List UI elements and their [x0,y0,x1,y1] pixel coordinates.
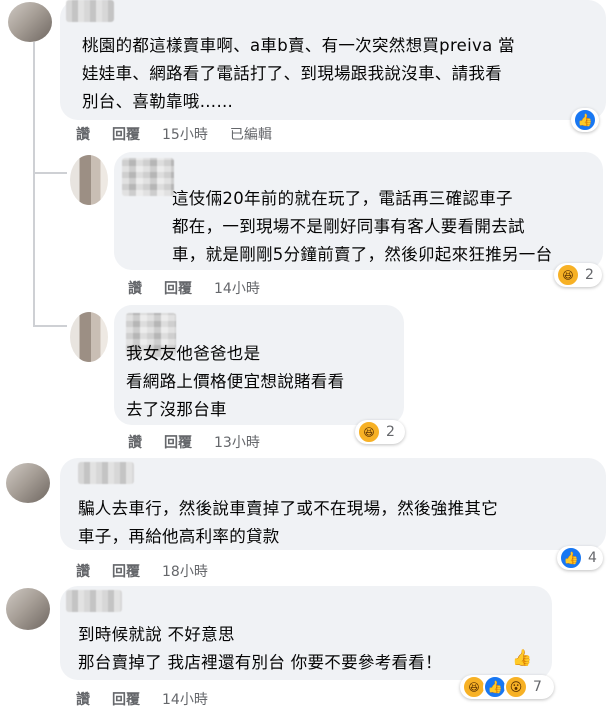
thread-line [33,172,67,174]
comment-bubble: 桃園的都這樣賣車啊、a車b賣、有一次突然想買preiva 當 娃娃車、網路看了電… [60,0,606,120]
like-action[interactable]: 讚 [128,278,142,298]
comment-bubble: 騙人去車行，然後說車賣掉了或不在現場，然後強推其它 車子，再給他高利率的貸款 [60,458,606,550]
timestamp[interactable]: 14小時 [214,278,260,298]
avatar[interactable] [6,588,50,630]
reaction-summary[interactable]: 😆 2 [554,263,602,287]
comment-actions: 讚 回覆 13小時 [128,432,282,452]
like-action[interactable]: 讚 [128,432,142,452]
commenter-name[interactable] [122,158,174,196]
edited-label: 已編輯 [229,127,272,143]
thread-line [33,42,35,327]
avatar[interactable] [70,155,108,205]
reply-action[interactable]: 回覆 [164,278,192,298]
timestamp[interactable]: 13小時 [214,432,260,452]
reaction-summary[interactable]: 😆 👍 😮 7 [460,675,554,699]
like-action[interactable]: 讚 [76,124,90,144]
timestamp[interactable]: 18小時 [162,561,208,581]
comment-text: 這伎倆20年前的就在玩了，電話再三確認車子 都在，一到現場不是剛好同事有客人要看… [172,189,553,264]
hand-emoji-icon: 👍 [512,648,532,667]
commenter-name[interactable] [66,0,114,22]
reply-action[interactable]: 回覆 [112,124,140,144]
reply-action[interactable]: 回覆 [164,432,192,452]
comment-text: 我女友他爸爸也是 看網路上價格便宜想說賭看看 去了沒那台車 [126,344,345,419]
reply-action[interactable]: 回覆 [112,689,140,709]
timestamp[interactable]: 15小時 [162,124,208,144]
like-icon: 👍 [573,108,597,132]
reaction-summary[interactable]: 😆 2 [355,420,405,444]
reaction-count: 2 [585,267,594,283]
avatar[interactable] [8,2,52,42]
like-action[interactable]: 讚 [76,689,90,709]
timestamp[interactable]: 14小時 [162,689,208,709]
thread-line [33,325,67,327]
reaction-count: 4 [588,550,597,566]
avatar[interactable] [6,463,50,503]
avatar[interactable] [70,312,108,362]
comment-bubble: 到時候就說 不好意思 那台賣掉了 我店裡還有別台 你要不要參考看看！ [60,586,552,680]
haha-icon: 😆 [556,263,580,287]
comment-text: 桃園的都這樣賣車啊、a車b賣、有一次突然想買preiva 當 娃娃車、網路看了電… [82,36,515,111]
comment-actions: 讚 回覆 18小時 [76,561,230,581]
commenter-name[interactable] [78,462,134,484]
comment-text: 到時候就說 不好意思 那台賣掉了 我店裡還有別台 你要不要參考看看！ [78,625,442,672]
comment-bubble: 我女友他爸爸也是 看網路上價格便宜想說賭看看 去了沒那台車 [114,305,404,425]
reaction-count: 7 [533,679,542,695]
comment-actions: 讚 回覆 14小時 [128,278,282,298]
reaction-summary[interactable]: 👍 4 [557,546,603,570]
haha-icon: 😆 [357,420,381,444]
like-action[interactable]: 讚 [76,561,90,581]
wow-icon: 😮 [504,675,528,699]
comment-actions: 讚 回覆 14小時 [76,689,230,709]
reaction-count: 2 [386,424,395,440]
comment-text: 騙人去車行，然後說車賣掉了或不在現場，然後強推其它 車子，再給他高利率的貸款 [78,499,498,546]
reaction-summary[interactable]: 👍 [571,108,599,132]
reply-action[interactable]: 回覆 [112,561,140,581]
comment-bubble: 這伎倆20年前的就在玩了，電話再三確認車子 都在，一到現場不是剛好同事有客人要看… [114,152,603,270]
like-icon: 👍 [559,546,583,570]
commenter-name[interactable] [66,590,122,612]
comment-actions: 讚 回覆 15小時 已編輯 [76,124,294,144]
